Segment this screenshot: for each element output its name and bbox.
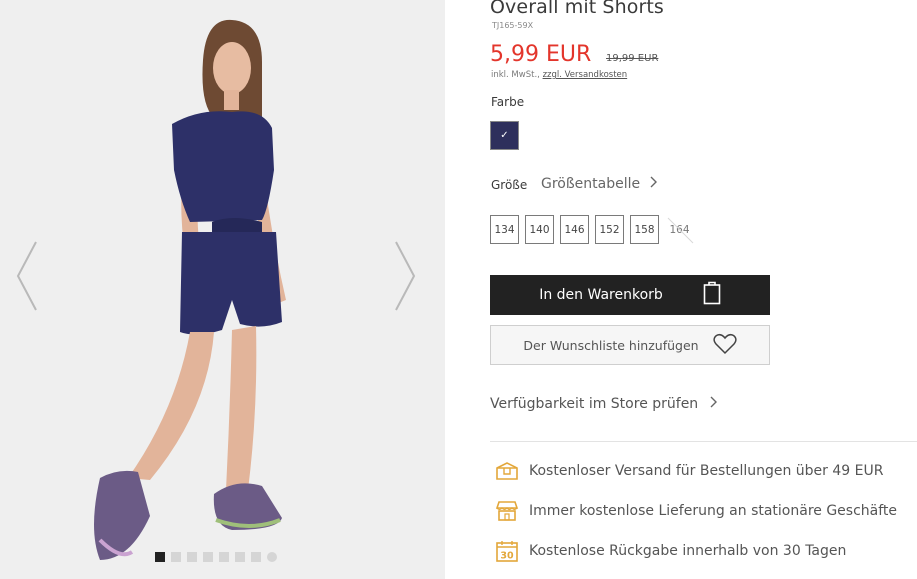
old-price: 19,99 EUR — [606, 53, 659, 64]
store-availability-label: Verfügbarkeit im Store prüfen — [490, 396, 699, 412]
color-label: Farbe — [491, 95, 525, 109]
product-title: Overall mit Shorts — [490, 0, 664, 18]
current-price: 5,99 EUR — [490, 42, 592, 67]
gallery-pagination — [155, 552, 277, 562]
store-icon — [494, 498, 519, 523]
checkmark-icon: ✓ — [500, 130, 509, 141]
benefit-free-returns: 30 Kostenlose Rückgabe innerhalb von 30 … — [494, 538, 846, 563]
gallery-dot[interactable] — [219, 552, 229, 562]
size-option[interactable]: 158 — [630, 215, 659, 244]
benefit-free-shipping: Kostenloser Versand für Bestellungen übe… — [494, 458, 883, 483]
benefit-text: Immer kostenlose Lieferung an stationäre… — [529, 502, 898, 519]
add-to-wishlist-button[interactable]: Der Wunschliste hinzufügen — [490, 325, 770, 365]
size-option[interactable]: 134 — [490, 215, 519, 244]
product-image-gallery[interactable] — [0, 0, 445, 579]
calendar-number: 30 — [500, 550, 514, 561]
delivery-box-icon — [494, 458, 519, 483]
shopping-bag-icon — [703, 281, 721, 309]
color-swatch-selected[interactable]: ✓ — [490, 121, 519, 150]
size-value: 158 — [634, 223, 655, 236]
chevron-right-icon — [650, 176, 658, 192]
tax-text: inkl. MwSt., — [491, 70, 543, 80]
store-availability-link[interactable]: Verfügbarkeit im Store prüfen — [490, 396, 718, 412]
add-to-cart-label: In den Warenkorb — [539, 287, 663, 303]
size-value: 134 — [494, 223, 515, 236]
heart-icon — [712, 333, 737, 358]
calendar-30-icon: 30 — [494, 538, 519, 563]
size-option[interactable]: 152 — [595, 215, 624, 244]
shipping-costs-link[interactable]: zzgl. Versandkosten — [543, 70, 628, 80]
chevron-right-icon — [710, 396, 718, 412]
wishlist-label: Der Wunschliste hinzufügen — [523, 337, 699, 353]
size-chart-label: Größentabelle — [541, 176, 641, 192]
size-options: 134 140 146 152 158 164 — [490, 215, 694, 244]
size-value: 146 — [564, 223, 585, 236]
benefit-store-delivery: Immer kostenlose Lieferung an stationäre… — [494, 498, 897, 523]
size-option[interactable]: 140 — [525, 215, 554, 244]
size-chart-link[interactable]: Größentabelle — [541, 176, 658, 192]
previous-image-chevron-icon[interactable] — [12, 238, 42, 314]
size-option-unavailable: 164 — [665, 215, 694, 244]
size-value: 152 — [599, 223, 620, 236]
gallery-dot[interactable] — [251, 552, 261, 562]
next-image-chevron-icon[interactable] — [390, 238, 420, 314]
strikethrough-icon — [667, 217, 694, 244]
size-option[interactable]: 146 — [560, 215, 589, 244]
benefit-text: Kostenlose Rückgabe innerhalb von 30 Tag… — [529, 542, 847, 559]
gallery-dot[interactable] — [235, 552, 245, 562]
gallery-dot[interactable] — [203, 552, 213, 562]
divider — [490, 441, 917, 442]
gallery-dot[interactable] — [171, 552, 181, 562]
gallery-dot[interactable] — [267, 552, 277, 562]
product-sku: TJ165-59X — [492, 21, 534, 30]
size-label: Größe — [491, 178, 528, 192]
gallery-dot[interactable] — [155, 552, 165, 562]
product-photo — [0, 0, 445, 579]
gallery-dot[interactable] — [187, 552, 197, 562]
tax-info: inkl. MwSt., zzgl. Versandkosten — [491, 70, 627, 80]
benefit-text: Kostenloser Versand für Bestellungen übe… — [529, 462, 884, 479]
size-value: 140 — [529, 223, 550, 236]
add-to-cart-button[interactable]: In den Warenkorb — [490, 275, 770, 315]
